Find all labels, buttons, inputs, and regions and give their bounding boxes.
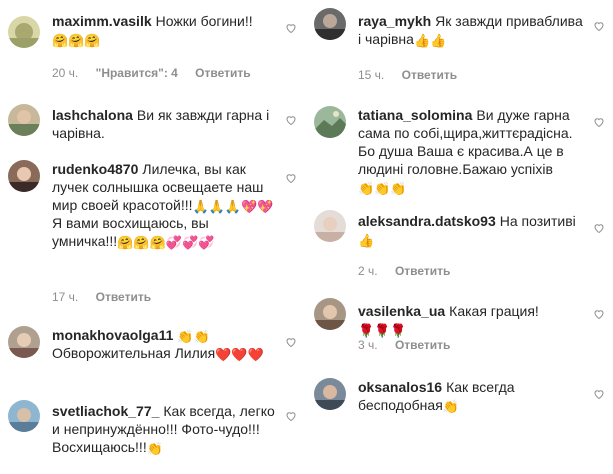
- comment-meta: 3 ч. Ответить: [358, 338, 464, 352]
- heart-outline-icon[interactable]: [593, 388, 605, 400]
- avatar[interactable]: [8, 104, 40, 136]
- comment-emoji: 👏👏👏: [358, 181, 407, 196]
- comment-emoji: 🤗🤗🤗: [52, 33, 101, 48]
- heart-outline-icon[interactable]: [285, 114, 297, 126]
- comment-meta: 15 ч. Ответить: [358, 68, 471, 82]
- comment-emoji: 👏: [442, 399, 459, 414]
- heart-outline-icon[interactable]: [285, 336, 297, 348]
- comment-body: rudenko4870 Лилечка, вы как лучек солнышк…: [52, 160, 277, 250]
- avatar[interactable]: [314, 378, 346, 410]
- avatar[interactable]: [8, 16, 40, 48]
- comment-emoji: 👍👍: [413, 33, 447, 48]
- comment-meta: 2 ч. Ответить: [358, 264, 464, 278]
- comment-body: oksanalos16 Как всегда бесподобная👏: [358, 378, 585, 414]
- comment-username[interactable]: maximm.vasilk: [52, 13, 152, 29]
- comment-username[interactable]: tatiana_solomina: [358, 107, 472, 123]
- heart-outline-icon[interactable]: [285, 410, 297, 422]
- comment-meta: 20 ч. "Нравится": 4 Ответить: [52, 66, 265, 80]
- comment-emoji: 👏👏: [177, 329, 210, 344]
- reply-button[interactable]: Ответить: [395, 264, 450, 278]
- comment-body: tatiana_solomina Ви дуже гарна сама по со…: [358, 106, 585, 196]
- avatar[interactable]: [8, 326, 40, 358]
- reply-button[interactable]: Ответить: [96, 290, 151, 304]
- comment-text: На позитиві: [499, 213, 576, 229]
- comment-body: maximm.vasilk Ножки богини!! 🤗🤗🤗: [52, 12, 277, 48]
- avatar[interactable]: [314, 8, 346, 40]
- reply-button[interactable]: Ответить: [395, 338, 450, 352]
- comment-emoji: 🤗🤗🤗💞💞💞: [117, 235, 215, 250]
- comment-time[interactable]: 3 ч.: [358, 338, 378, 352]
- comment-body: lashchalona Ви як завжди гарна і чарівна.: [52, 106, 277, 142]
- avatar[interactable]: [314, 210, 346, 242]
- comment-time[interactable]: 15 ч.: [358, 68, 384, 82]
- comment-emoji: ❤️❤️❤️: [215, 347, 264, 362]
- heart-outline-icon[interactable]: [593, 20, 605, 32]
- comment-emoji: 🙏🙏🙏💖💖: [192, 199, 274, 214]
- comment-username[interactable]: lashchalona: [52, 107, 133, 123]
- comment-body: vasilenka_ua Какая грация! 🌹🌹🌹: [358, 302, 585, 338]
- heart-outline-icon[interactable]: [285, 22, 297, 34]
- avatar[interactable]: [8, 400, 40, 432]
- heart-outline-icon[interactable]: [593, 116, 605, 128]
- comment-emoji: 👍: [358, 233, 375, 248]
- comment-emoji: 👏: [146, 441, 163, 456]
- comment-username[interactable]: svetliachok_77_: [52, 403, 159, 419]
- comment-time[interactable]: 20 ч.: [52, 66, 78, 80]
- comment-username[interactable]: aleksandra.datsko93: [358, 213, 496, 229]
- comment-body: raya_mykh Як завжди приваблива і чарівна👍…: [358, 12, 585, 48]
- comment-text: Ножки богини!!: [155, 13, 253, 29]
- reply-button[interactable]: Ответить: [195, 66, 250, 80]
- comment-text: Какая грация!: [449, 303, 539, 319]
- comment-body: monakhovaolga11 👏👏 Обворожительная Лилия❤…: [52, 326, 277, 362]
- comment-username[interactable]: monakhovaolga11: [52, 327, 173, 343]
- avatar[interactable]: [8, 160, 40, 192]
- comment-username[interactable]: vasilenka_ua: [358, 303, 445, 319]
- comment-text: Обворожительная Лилия: [52, 345, 216, 361]
- comment-time[interactable]: 17 ч.: [52, 290, 78, 304]
- avatar[interactable]: [314, 298, 346, 330]
- comment-meta: 17 ч. Ответить: [52, 290, 165, 304]
- avatar[interactable]: [314, 106, 346, 138]
- heart-outline-icon[interactable]: [285, 172, 297, 184]
- heart-outline-icon[interactable]: [593, 308, 605, 320]
- comment-emoji: 🌹🌹🌹: [358, 323, 407, 338]
- comment-body: svetliachok_77_ Как всегда, легко и непри…: [52, 402, 277, 456]
- reply-button[interactable]: Ответить: [402, 68, 457, 82]
- comment-username[interactable]: raya_mykh: [358, 13, 431, 29]
- comment-likes[interactable]: "Нравится": 4: [96, 66, 178, 80]
- comment-username[interactable]: rudenko4870: [52, 161, 138, 177]
- comment-body: aleksandra.datsko93 На позитиві 👍: [358, 212, 585, 248]
- heart-outline-icon[interactable]: [593, 222, 605, 234]
- comment-time[interactable]: 2 ч.: [358, 264, 378, 278]
- comment-username[interactable]: oksanalos16: [358, 379, 442, 395]
